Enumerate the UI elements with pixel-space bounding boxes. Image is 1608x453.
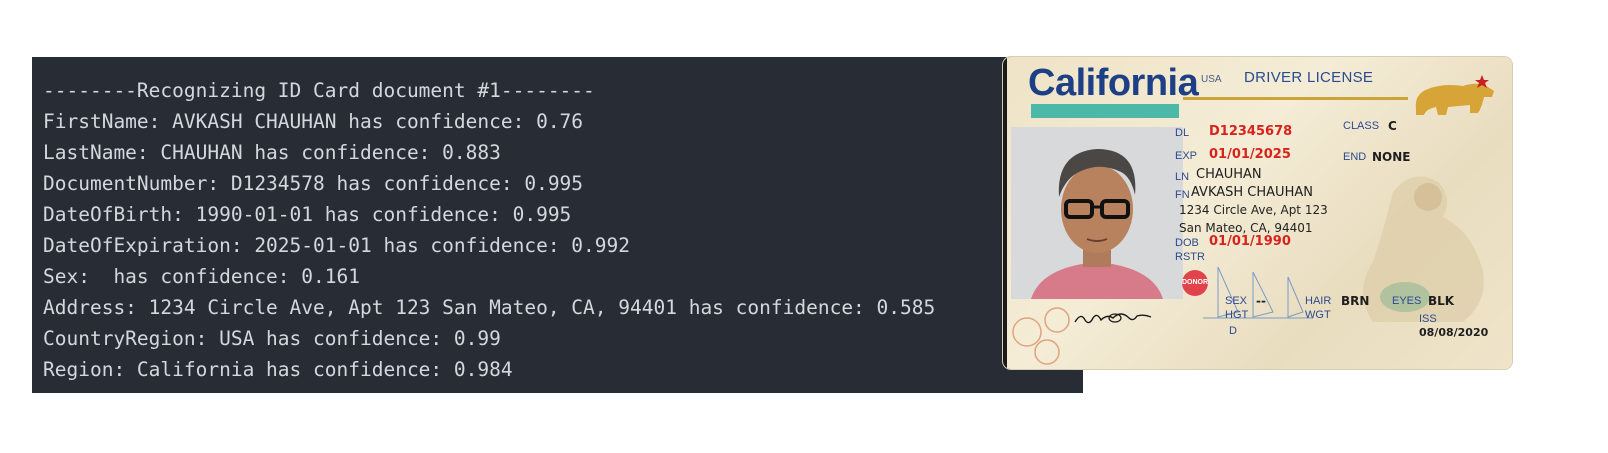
class-label: CLASS bbox=[1343, 120, 1380, 132]
dl-number: D12345678 bbox=[1209, 124, 1293, 139]
hgt-label: HGT bbox=[1225, 309, 1249, 321]
terminal-line-dateofbirth: DateOfBirth: 1990-01-01 has confidence: … bbox=[43, 203, 572, 226]
terminal-line-firstname: FirstName: AVKASH CHAUHAN has confidence… bbox=[43, 110, 584, 133]
card-teal-bar bbox=[1031, 104, 1179, 118]
terminal-line-documentnumber: DocumentNumber: D1234578 has confidence:… bbox=[43, 172, 584, 195]
address-line-1: 1234 Circle Ave, Apt 123 bbox=[1179, 203, 1328, 217]
first-name: AVKASH CHAUHAN bbox=[1191, 185, 1313, 200]
fn-label: FN bbox=[1175, 189, 1190, 201]
card-country: USA bbox=[1201, 74, 1222, 85]
portrait-photo bbox=[1011, 127, 1183, 299]
dob-label: DOB bbox=[1175, 237, 1199, 249]
iss-date: 08/08/2020 bbox=[1419, 326, 1489, 339]
terminal-output: --------Recognizing ID Card document #1-… bbox=[32, 57, 1083, 393]
terminal-line-header: --------Recognizing ID Card document #1-… bbox=[43, 79, 595, 102]
eyes-value: BLK bbox=[1428, 294, 1455, 308]
terminal-line-dateofexpiration: DateOfExpiration: 2025-01-01 has confide… bbox=[43, 234, 630, 257]
signature bbox=[1074, 313, 1152, 324]
id-card-image: California USA DRIVER LICENSE DL D123456… bbox=[1003, 57, 1512, 369]
last-name: CHAUHAN bbox=[1196, 167, 1262, 182]
eyes-label: EYES bbox=[1392, 295, 1422, 307]
wgt-label: WGT bbox=[1305, 309, 1331, 321]
terminal-line-region: Region: California has confidence: 0.984 bbox=[43, 358, 513, 381]
sex-label: SEX bbox=[1225, 295, 1248, 307]
terminal-line-sex: Sex: has confidence: 0.161 bbox=[43, 265, 360, 288]
card-type-title: DRIVER LICENSE bbox=[1244, 69, 1374, 86]
hair-label: HAIR bbox=[1305, 295, 1332, 307]
dl-label: DL bbox=[1175, 127, 1190, 139]
exp-label: EXP bbox=[1175, 150, 1198, 162]
end-value: NONE bbox=[1372, 150, 1411, 164]
end-label: END bbox=[1343, 151, 1367, 163]
hair-value: BRN bbox=[1341, 294, 1370, 308]
d-label: D bbox=[1229, 325, 1237, 337]
sailboats-illustration bbox=[1203, 266, 1313, 319]
bear-icon bbox=[1415, 75, 1494, 115]
iss-label: ISS bbox=[1419, 313, 1437, 325]
terminal-line-lastname: LastName: CHAUHAN has confidence: 0.883 bbox=[43, 141, 501, 164]
donor-badge: DONOR bbox=[1182, 270, 1208, 296]
address-line-2: San Mateo, CA, 94401 bbox=[1179, 221, 1313, 235]
card-state-title: California bbox=[1028, 62, 1199, 104]
exp-date: 01/01/2025 bbox=[1209, 147, 1291, 162]
terminal-line-countryregion: CountryRegion: USA has confidence: 0.99 bbox=[43, 327, 501, 350]
card-gold-line bbox=[1183, 97, 1408, 100]
class-value: C bbox=[1388, 119, 1397, 133]
sex-value: -- bbox=[1256, 294, 1266, 308]
ln-label: LN bbox=[1175, 171, 1190, 183]
rstr-label: RSTR bbox=[1175, 251, 1205, 263]
terminal-line-address: Address: 1234 Circle Ave, Apt 123 San Ma… bbox=[43, 296, 936, 319]
dob-date: 01/01/1990 bbox=[1209, 234, 1291, 249]
